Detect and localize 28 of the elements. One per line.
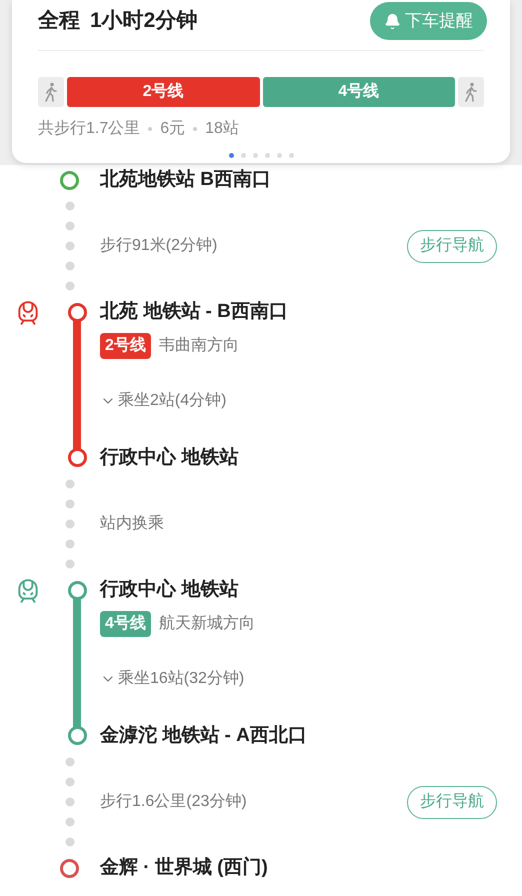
ride-stops-toggle[interactable]: 乘坐2站(4分钟) [100, 389, 288, 413]
walk-info: 步行1.6公里(23分钟) [100, 792, 248, 812]
station-name: 行政中心 地铁站 [100, 446, 240, 470]
arrival-alert-button[interactable]: 下车提醒 [370, 2, 487, 40]
trip-fact: 18站 [205, 118, 239, 139]
line-segment: 2号线 [67, 77, 260, 107]
line-segment: 4号线 [262, 77, 455, 107]
direction-text: 航天新城方向 [158, 614, 255, 634]
total-label: 全程 [38, 8, 80, 34]
station-name: 金滹沱 地铁站 - A西北口 [100, 724, 307, 748]
station-name: 金辉 · 世界城 (西门) [100, 856, 268, 880]
walking-person-icon [464, 82, 478, 102]
direction-text: 韦曲南方向 [158, 336, 239, 356]
walk-info: 步行91米(2分钟) [100, 236, 218, 256]
station-name: 行政中心 地铁站 [100, 578, 240, 602]
walk-navigation-button[interactable]: 步行导航 [407, 230, 497, 262]
ride-stops-toggle[interactable]: 乘坐16站(32分钟) [100, 667, 307, 691]
walking-person-icon [44, 82, 58, 102]
walk-info: 站内换乘 [100, 514, 165, 534]
total-duration: 1小时2分钟 [90, 8, 198, 34]
walk-navigation-button[interactable]: 步行导航 [407, 786, 497, 818]
trip-fact: 6元 [160, 119, 186, 139]
station-name: 北苑 地铁站 - B西南口 [100, 300, 288, 324]
station-name: 北苑地铁站 B西南口 [100, 168, 271, 192]
bell-icon [384, 12, 401, 30]
line-badge: 4号线 [100, 611, 151, 637]
trip-fact: 共步行1.7公里 [38, 118, 140, 139]
line-badge: 2号线 [100, 333, 151, 359]
